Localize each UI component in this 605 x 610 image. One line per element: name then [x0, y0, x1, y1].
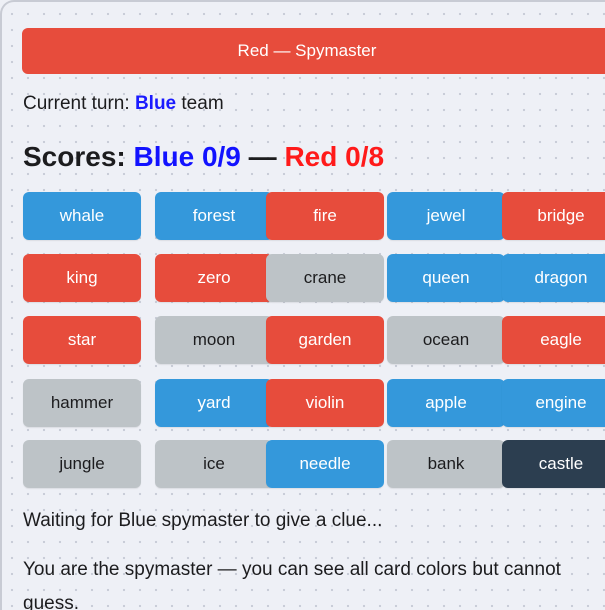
card-jungle: jungle: [23, 440, 141, 488]
card-violin: violin: [266, 379, 384, 427]
red-score: Red 0/8: [284, 141, 385, 172]
card-jewel: jewel: [387, 192, 505, 240]
blue-score: Blue 0/9: [133, 141, 241, 172]
scores-prefix: Scores:: [23, 141, 134, 172]
card-crane: crane: [266, 254, 384, 302]
card-zero: zero: [155, 254, 273, 302]
card-ocean: ocean: [387, 316, 505, 364]
card-eagle: eagle: [502, 316, 605, 364]
card-garden: garden: [266, 316, 384, 364]
card-queen: queen: [387, 254, 505, 302]
turn-prefix: Current turn:: [23, 93, 135, 114]
card-forest: forest: [155, 192, 273, 240]
scores-heading: Scores: Blue 0/9 — Red 0/8: [23, 141, 384, 173]
game-panel: Red — Spymaster Current turn: Blue team …: [0, 0, 605, 610]
card-needle: needle: [266, 440, 384, 488]
current-turn-text: Current turn: Blue team: [23, 93, 224, 115]
card-yard: yard: [155, 379, 273, 427]
card-star: star: [23, 316, 141, 364]
card-whale: whale: [23, 192, 141, 240]
card-castle: castle: [502, 440, 605, 488]
card-king: king: [23, 254, 141, 302]
status-message: Waiting for Blue spymaster to give a clu…: [23, 510, 383, 531]
card-hammer: hammer: [23, 379, 141, 427]
card-moon: moon: [155, 316, 273, 364]
card-fire: fire: [266, 192, 384, 240]
scores-separator: —: [240, 141, 285, 172]
role-banner: Red — Spymaster: [22, 28, 605, 74]
card-engine: engine: [502, 379, 605, 427]
turn-team-name: Blue: [134, 93, 177, 114]
spymaster-info: You are the spymaster — you can see all …: [23, 559, 561, 610]
card-apple: apple: [387, 379, 505, 427]
card-bridge: bridge: [502, 192, 605, 240]
card-ice: ice: [155, 440, 273, 488]
card-bank: bank: [387, 440, 505, 488]
card-dragon: dragon: [502, 254, 605, 302]
turn-suffix: team: [176, 93, 224, 114]
